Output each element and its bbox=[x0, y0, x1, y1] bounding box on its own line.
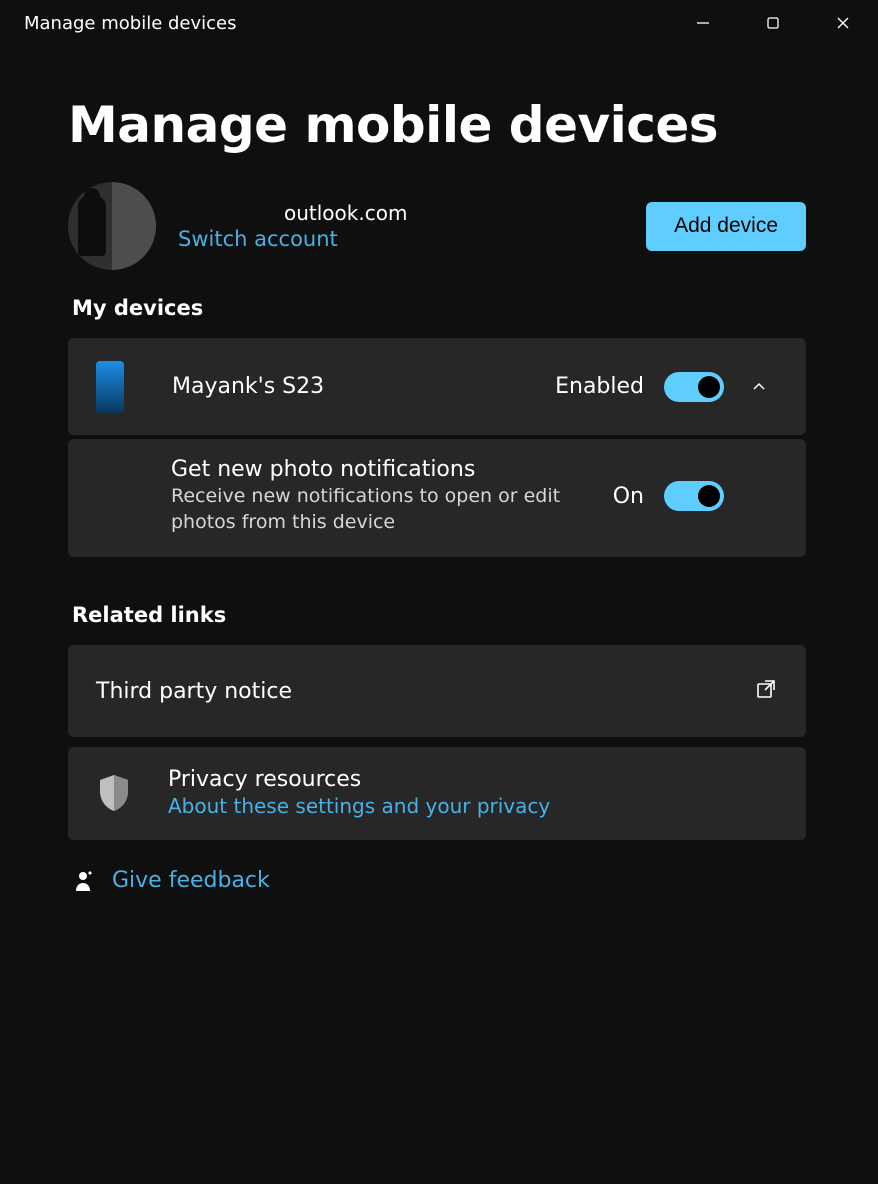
photo-notification-title: Get new photo notifications bbox=[171, 457, 613, 482]
close-icon bbox=[836, 16, 850, 30]
photo-notification-toggle[interactable] bbox=[664, 481, 724, 511]
content-area: Manage mobile devices outlook.com Switch… bbox=[0, 46, 878, 893]
avatar[interactable] bbox=[68, 182, 156, 270]
give-feedback-label: Give feedback bbox=[112, 868, 270, 893]
third-party-notice-label: Third party notice bbox=[96, 679, 754, 704]
minimize-icon bbox=[696, 16, 710, 30]
window-title: Manage mobile devices bbox=[24, 13, 237, 34]
account-info: outlook.com Switch account bbox=[178, 201, 407, 251]
chevron-up-icon bbox=[751, 379, 767, 395]
window-controls bbox=[668, 0, 878, 46]
privacy-resources-title: Privacy resources bbox=[168, 767, 550, 792]
maximize-button[interactable] bbox=[738, 0, 808, 46]
account-email: outlook.com bbox=[178, 201, 407, 225]
shield-icon bbox=[96, 773, 132, 813]
add-device-button[interactable]: Add device bbox=[646, 202, 806, 251]
expand-collapse-button[interactable] bbox=[740, 379, 778, 395]
device-enabled-toggle[interactable] bbox=[664, 372, 724, 402]
photo-notification-row: Get new photo notifications Receive new … bbox=[68, 439, 806, 557]
device-status-label: Enabled bbox=[555, 374, 644, 399]
maximize-icon bbox=[766, 16, 780, 30]
privacy-about-link[interactable]: About these settings and your privacy bbox=[168, 794, 550, 818]
privacy-resources-card: Privacy resources About these settings a… bbox=[68, 747, 806, 840]
page-title: Manage mobile devices bbox=[68, 96, 806, 154]
close-button[interactable] bbox=[808, 0, 878, 46]
minimize-button[interactable] bbox=[668, 0, 738, 46]
device-row: Mayank's S23 Enabled bbox=[68, 338, 806, 435]
account-row: outlook.com Switch account Add device bbox=[68, 182, 806, 270]
feedback-icon bbox=[72, 869, 98, 893]
third-party-notice-link[interactable]: Third party notice bbox=[68, 645, 806, 737]
device-name: Mayank's S23 bbox=[172, 374, 555, 399]
photo-notification-description: Receive new notifications to open or edi… bbox=[171, 484, 571, 535]
my-devices-heading: My devices bbox=[72, 296, 806, 320]
switch-account-link[interactable]: Switch account bbox=[178, 227, 407, 251]
open-external-icon bbox=[754, 677, 778, 705]
title-bar: Manage mobile devices bbox=[0, 0, 878, 46]
give-feedback-link[interactable]: Give feedback bbox=[72, 868, 806, 893]
related-links-heading: Related links bbox=[72, 603, 806, 627]
phone-icon bbox=[96, 361, 124, 413]
photo-notification-state-label: On bbox=[613, 484, 644, 509]
